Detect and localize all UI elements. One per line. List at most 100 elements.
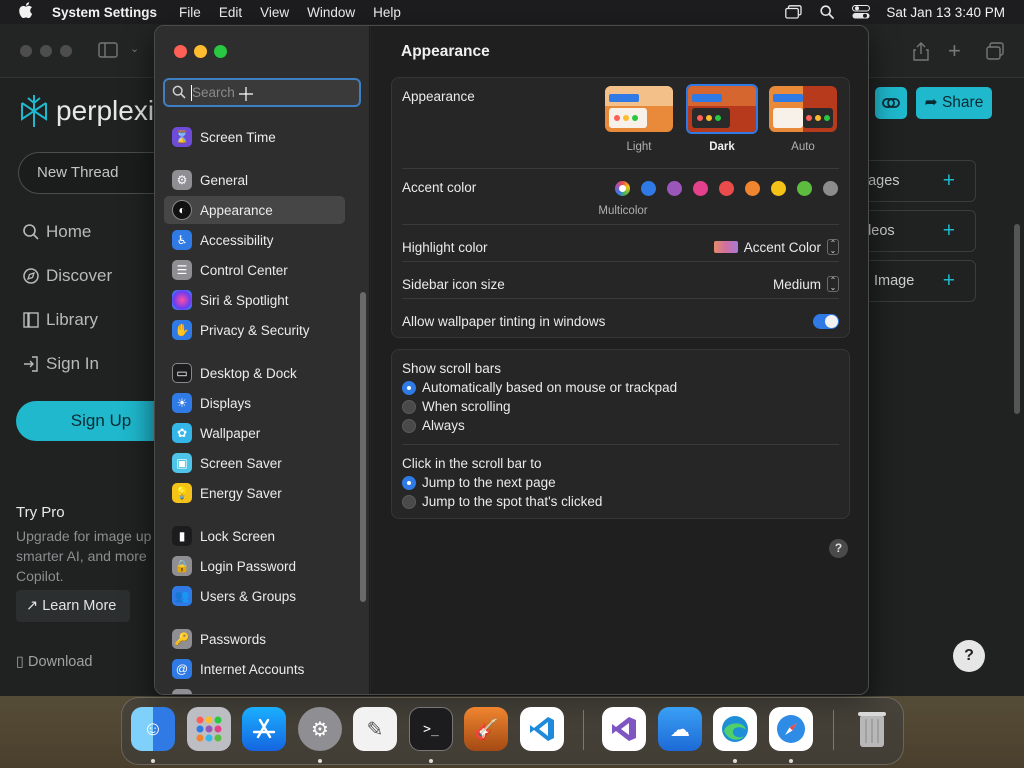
accent-multicolor-swatch[interactable] <box>615 181 630 196</box>
control-center-icon[interactable] <box>844 5 878 19</box>
settings-search-field[interactable]: Search <box>163 78 361 107</box>
tab-overview-icon[interactable] <box>986 42 1004 65</box>
sidebar-item-displays[interactable]: ☀ Displays <box>164 389 345 417</box>
running-indicator <box>733 759 737 763</box>
plus-icon: + <box>942 269 955 292</box>
sidebar-item-screen-time[interactable]: ⌛ Screen Time <box>164 123 345 151</box>
radio-jump-to-spot[interactable]: Jump to the spot that's clicked <box>402 494 602 509</box>
browser-minimize-button[interactable] <box>40 45 52 57</box>
accent-yellow-swatch[interactable] <box>771 181 786 196</box>
browser-scrollbar[interactable] <box>1014 224 1020 414</box>
search-icon[interactable] <box>810 5 844 19</box>
radio-jump-next-page[interactable]: Jump to the next page <box>402 475 556 490</box>
accent-pink-swatch[interactable] <box>693 181 708 196</box>
highlight-color-popup[interactable]: Accent Color ⌃ ⌄ <box>713 239 839 255</box>
menu-window[interactable]: Window <box>307 5 355 20</box>
nav-home[interactable]: Home <box>22 222 91 242</box>
weather-icon[interactable]: ☁ <box>658 707 702 751</box>
menu-view[interactable]: View <box>260 5 289 20</box>
sidebar-item-accessibility[interactable]: ♿ Accessibility <box>164 226 345 254</box>
appearance-icon: ◐ <box>172 200 192 220</box>
menu-clock[interactable]: Sat Jan 13 3:40 PM <box>886 5 1005 20</box>
accent-green-swatch[interactable] <box>797 181 812 196</box>
sidebar-item-energy-saver[interactable]: 💡 Energy Saver <box>164 479 345 507</box>
minimize-button[interactable] <box>194 45 207 58</box>
search-images-button[interactable]: nages + <box>860 160 976 202</box>
sidebar-item-internet-accounts[interactable]: @ Internet Accounts <box>164 655 345 683</box>
link-button[interactable] <box>875 87 907 119</box>
radio-scroll-when-scrolling[interactable]: When scrolling <box>402 399 511 414</box>
perplexity-logo[interactable]: perplexit <box>18 94 162 128</box>
theme-dark-thumbnail[interactable] <box>686 84 758 134</box>
radio-scroll-automatic[interactable]: Automatically based on mouse or trackpad <box>402 380 677 395</box>
sidebar-item-control-center[interactable]: ☰ Control Center <box>164 256 345 284</box>
sidebar-item-partial[interactable] <box>164 685 345 694</box>
sidebar-item-appearance[interactable]: ◐ Appearance <box>164 196 345 224</box>
menu-help[interactable]: Help <box>373 5 401 20</box>
menu-file[interactable]: File <box>179 5 201 20</box>
sidebar-item-privacy-security[interactable]: ✋ Privacy & Security <box>164 316 345 344</box>
share-icon[interactable] <box>912 41 930 66</box>
download-link[interactable]: ▯ Download <box>16 654 93 670</box>
text-cursor-icon <box>239 87 253 101</box>
accent-red-swatch[interactable] <box>719 181 734 196</box>
hourglass-icon: ⌛ <box>172 127 192 147</box>
learn-more-button[interactable]: ↗ Learn More <box>16 590 130 622</box>
sidebar-scrollbar[interactable] <box>360 292 366 602</box>
trash-icon[interactable] <box>850 707 894 751</box>
share-button[interactable]: ➦ Share <box>916 87 992 119</box>
sidebar-item-desktop-dock[interactable]: ▭ Desktop & Dock <box>164 359 345 387</box>
menu-edit[interactable]: Edit <box>219 5 242 20</box>
edge-icon[interactable] <box>713 707 757 751</box>
sidebar-toggle-icon[interactable] <box>98 42 118 63</box>
zoom-button[interactable] <box>214 45 227 58</box>
sidebar-item-wallpaper[interactable]: ✿ Wallpaper <box>164 419 345 447</box>
launchpad-icon[interactable] <box>187 707 231 751</box>
sidebar-icon-size-popup[interactable]: Medium ⌃ ⌄ <box>773 276 839 292</box>
theme-auto-thumbnail[interactable] <box>769 86 837 132</box>
nav-sign-in[interactable]: Sign In <box>22 354 99 374</box>
running-indicator <box>318 759 322 763</box>
window-icon[interactable] <box>776 5 810 19</box>
settings-content: Appearance Appearance Light Dark Auto Ac… <box>371 26 868 694</box>
sidebar-item-lock-screen[interactable]: ▮ Lock Screen <box>164 522 345 550</box>
sidebar-item-login-password[interactable]: 🔒 Login Password <box>164 552 345 580</box>
browser-close-button[interactable] <box>20 45 32 57</box>
nav-library[interactable]: Library <box>22 310 98 330</box>
generate-image-button[interactable]: Image + <box>860 260 976 302</box>
dock-separator <box>833 710 834 750</box>
chevron-down-icon[interactable]: ⌄ <box>130 42 139 55</box>
sidebar-item-users-groups[interactable]: 👥 Users & Groups <box>164 582 345 610</box>
accent-blue-swatch[interactable] <box>641 181 656 196</box>
radio-scroll-always[interactable]: Always <box>402 418 465 433</box>
terminal-icon[interactable]: >_ <box>409 707 453 751</box>
system-settings-icon[interactable]: ⚙ <box>298 707 342 751</box>
help-button[interactable]: ? <box>829 539 848 558</box>
search-icon <box>172 85 186 99</box>
link-icon <box>882 98 900 108</box>
sidebar-item-general[interactable]: ⚙ General <box>164 166 345 194</box>
garageband-icon[interactable]: 🎸 <box>464 707 508 751</box>
new-tab-icon[interactable]: + <box>948 38 961 64</box>
browser-help-button[interactable]: ? <box>953 640 985 672</box>
nav-discover[interactable]: Discover <box>22 266 112 286</box>
sidebar-item-siri-spotlight[interactable]: Siri & Spotlight <box>164 286 345 314</box>
visual-studio-icon[interactable] <box>602 707 646 751</box>
sidebar-item-screen-saver[interactable]: ▣ Screen Saver <box>164 449 345 477</box>
search-videos-button[interactable]: ideos + <box>860 210 976 252</box>
close-button[interactable] <box>174 45 187 58</box>
vscode-icon[interactable] <box>520 707 564 751</box>
accent-orange-swatch[interactable] <box>745 181 760 196</box>
accent-graphite-swatch[interactable] <box>823 181 838 196</box>
finder-icon[interactable]: ☺ <box>131 707 175 751</box>
app-store-icon[interactable] <box>242 707 286 751</box>
app-menu[interactable]: System Settings <box>52 5 157 20</box>
textedit-icon[interactable]: ✎ <box>353 707 397 751</box>
theme-light-thumbnail[interactable] <box>605 86 673 132</box>
accent-purple-swatch[interactable] <box>667 181 682 196</box>
apple-menu-icon[interactable] <box>0 2 52 22</box>
sidebar-item-passwords[interactable]: 🔑 Passwords <box>164 625 345 653</box>
wallpaper-tinting-toggle[interactable] <box>813 314 839 329</box>
safari-icon[interactable] <box>769 707 813 751</box>
browser-zoom-button[interactable] <box>60 45 72 57</box>
